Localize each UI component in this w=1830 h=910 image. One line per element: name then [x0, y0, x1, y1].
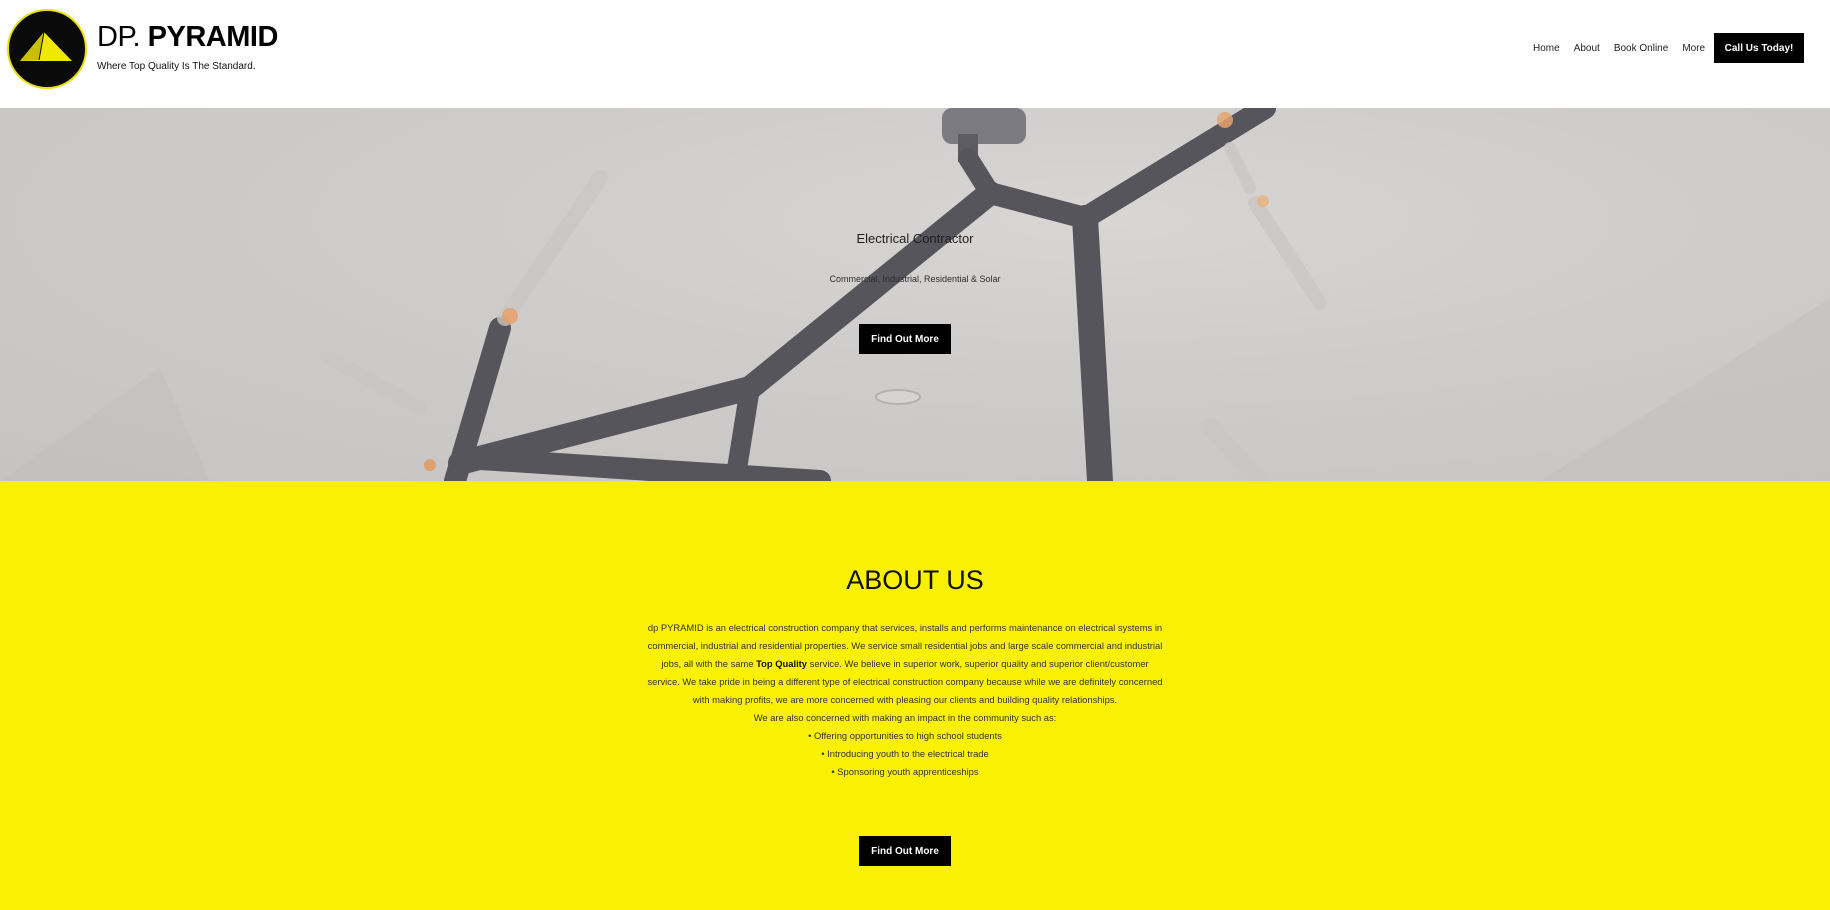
hero-find-out-more-button[interactable]: Find Out More	[859, 324, 951, 354]
hero-title: Electrical Contractor	[856, 231, 974, 246]
hero-background-image	[0, 108, 1830, 481]
about-paragraph-highlight: Top Quality	[756, 658, 808, 669]
nav-item-home[interactable]: Home	[1533, 43, 1560, 54]
site-header: DP. PYRAMID Where Top Quality Is The Sta…	[0, 0, 1830, 108]
hero-section: Electrical Contractor Commercial, Indust…	[0, 108, 1830, 481]
call-us-button[interactable]: Call Us Today!	[1714, 33, 1804, 63]
about-section: ABOUT US dp PYRAMID is an electrical con…	[0, 481, 1830, 910]
nav-item-more[interactable]: More	[1682, 43, 1705, 54]
about-community-line: We are also concerned with making an imp…	[753, 712, 1057, 723]
about-bullet: • Sponsoring youth apprenticeships	[831, 766, 979, 777]
hero-subtitle: Commercial, Industrial, Residential & So…	[829, 274, 1001, 284]
about-find-out-more-button[interactable]: Find Out More	[859, 836, 951, 866]
about-title: ABOUT US	[846, 565, 984, 595]
nav-item-about[interactable]: About	[1574, 43, 1600, 54]
about-bullet: • Introducing youth to the electrical tr…	[821, 748, 989, 759]
about-bullet: • Offering opportunities to high school …	[808, 730, 1002, 741]
page: DP. PYRAMID Where Top Quality Is The Sta…	[0, 0, 1830, 910]
nav-item-book-online[interactable]: Book Online	[1614, 43, 1668, 54]
about-text: dp PYRAMID is an electrical construction…	[645, 619, 1165, 781]
pyramid-logo-icon[interactable]	[6, 8, 88, 90]
main-nav: Home About Book Online More	[1533, 43, 1705, 54]
tagline: Where Top Quality Is The Standard.	[97, 61, 256, 72]
brand-prefix: DP.	[97, 21, 141, 53]
brand-main: PYRAMID	[147, 21, 279, 53]
brand-name[interactable]: DP. PYRAMID	[97, 21, 278, 53]
